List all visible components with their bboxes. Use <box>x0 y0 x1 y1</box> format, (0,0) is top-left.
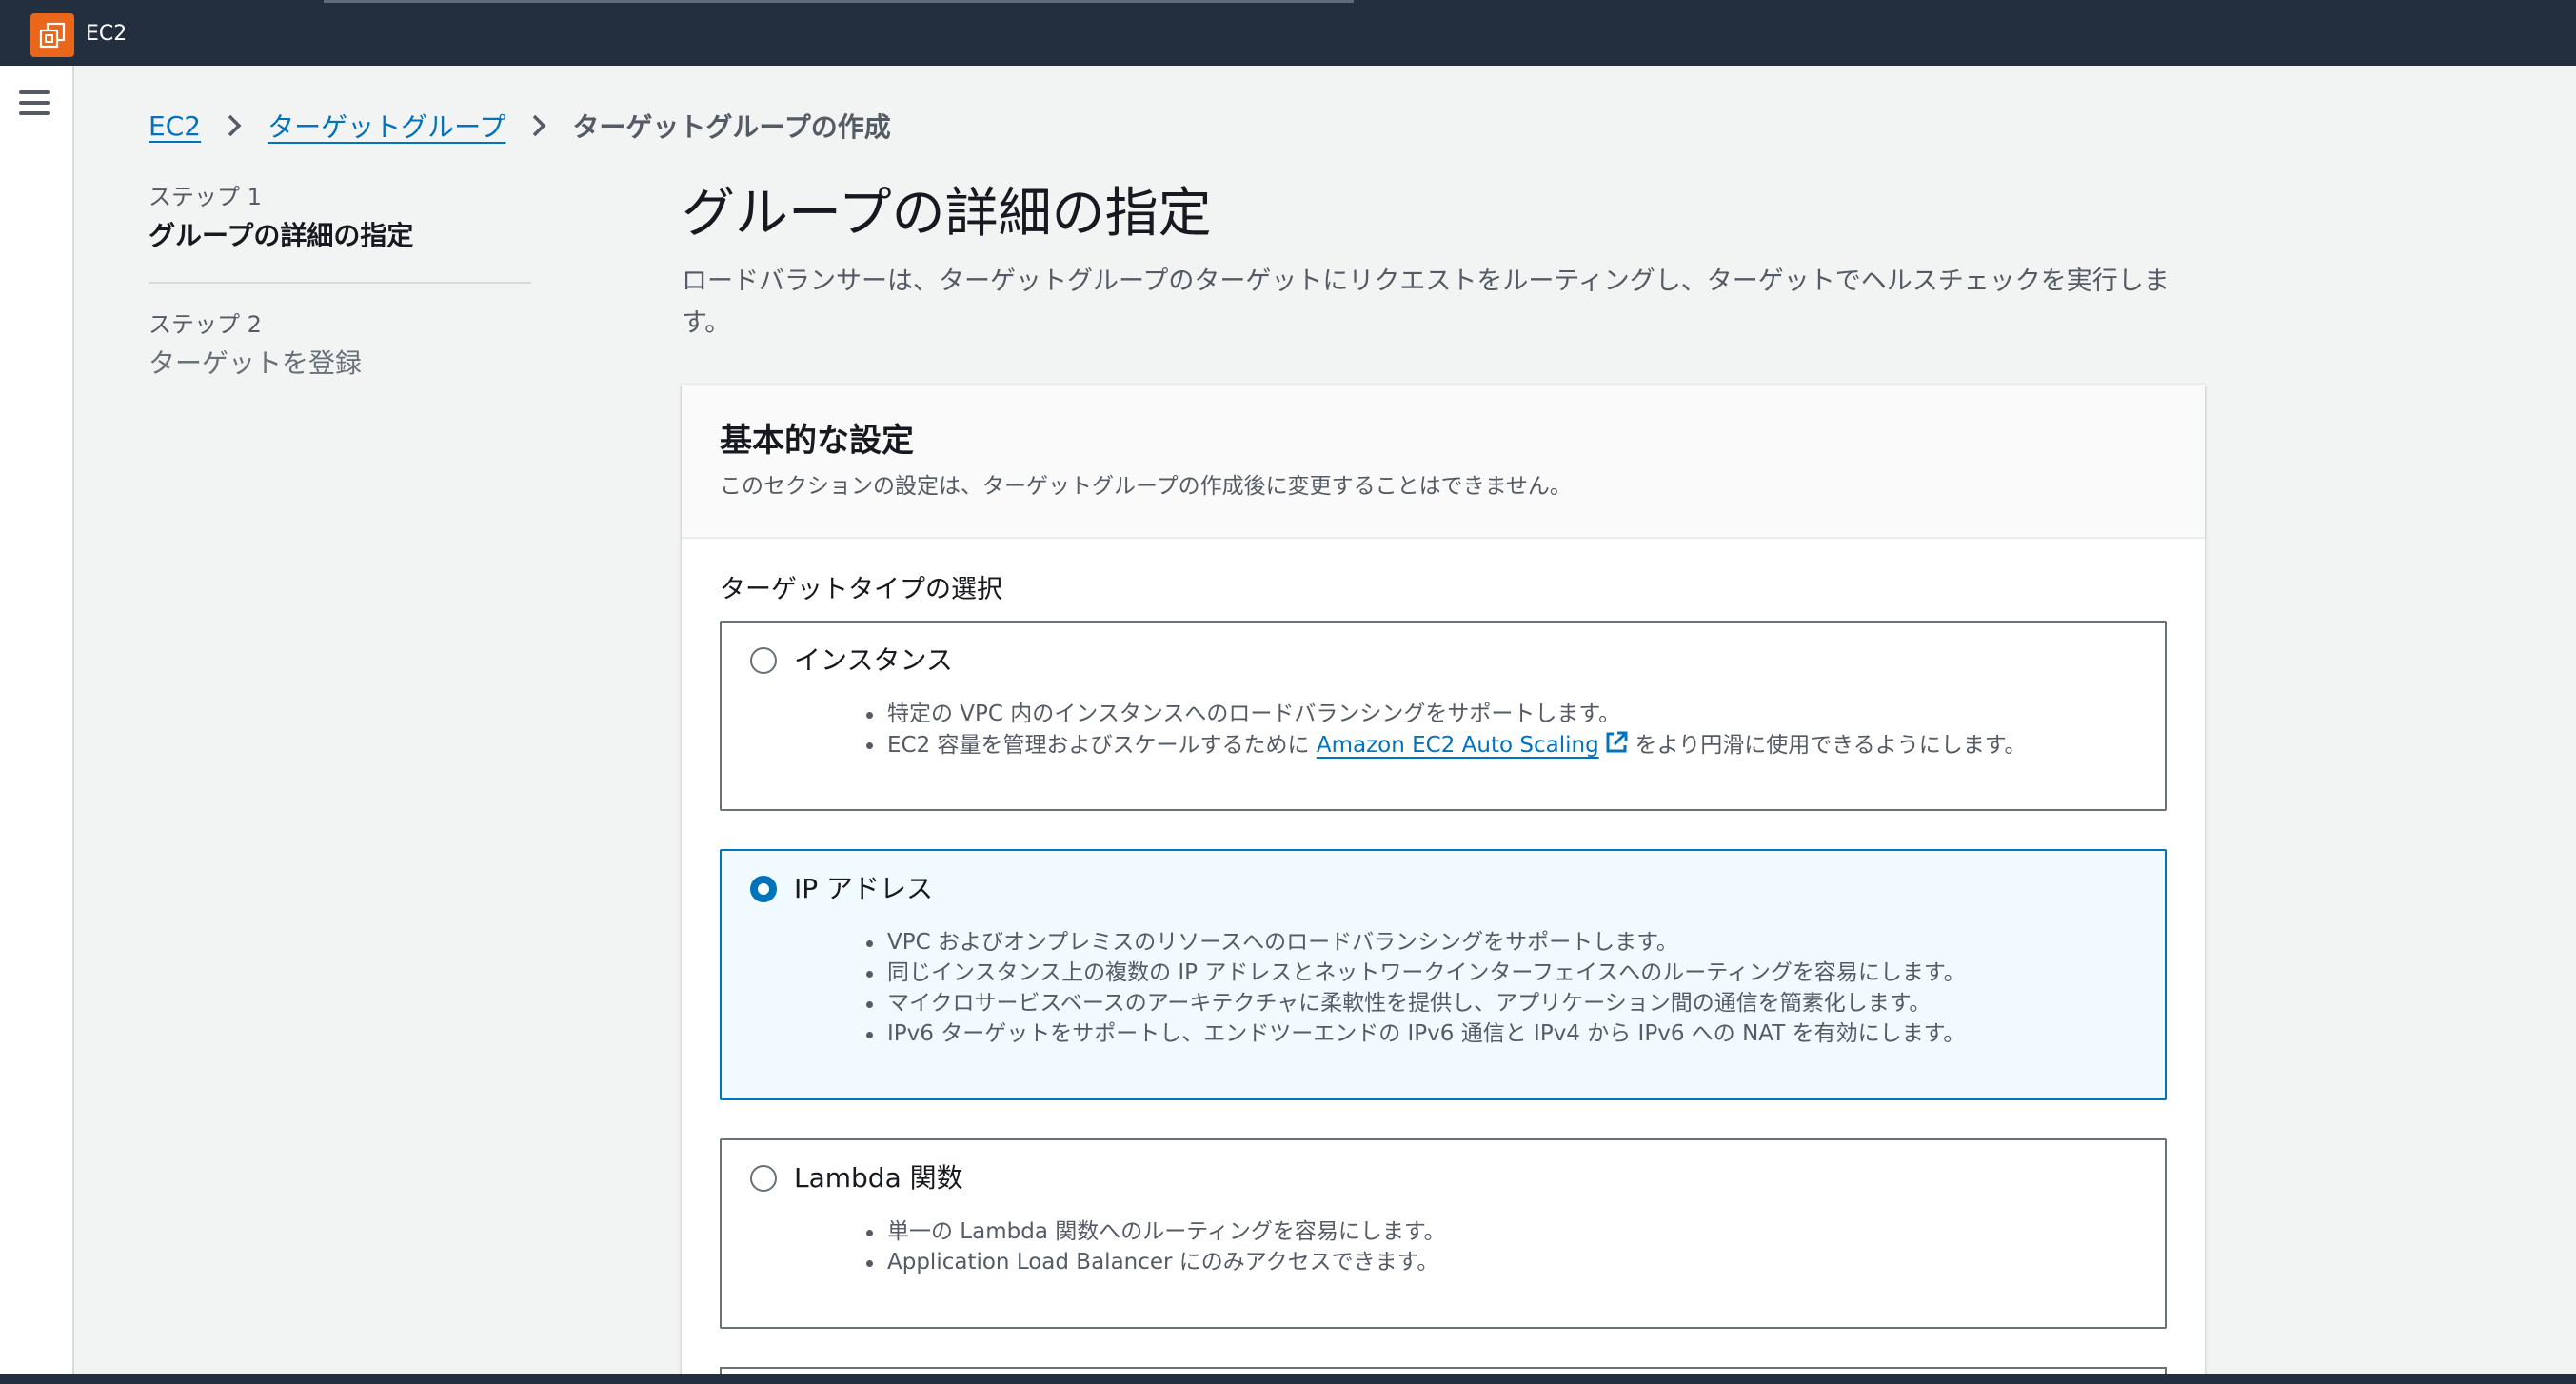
bullet-text-after-link: をより円滑に使用できるようにします。 <box>1635 733 2027 758</box>
panel-title: 基本的な設定 <box>720 422 914 460</box>
step-1-number: ステップ 1 <box>149 184 262 210</box>
wizard-steps: ステップ 1 グループの詳細の指定 ステップ 2 ターゲットを登録 <box>149 183 531 383</box>
option-label-lambda: Lambda 関数 <box>794 1162 963 1194</box>
option-label-ip-addresses: IP アドレス <box>794 873 934 904</box>
list-item: EC2 容量を管理およびスケールするために Amazon EC2 Auto Sc… <box>864 729 2026 764</box>
page-description: ロードバランサーは、ターゲットグループのターゲットにリクエストをルーティングし、… <box>682 267 2170 338</box>
chevron-right-icon <box>530 112 547 139</box>
top-navigation-bar: EC2 <box>0 0 2576 66</box>
step-2-title: ターゲットを登録 <box>149 347 363 379</box>
step-divider <box>149 282 531 284</box>
list-item: 特定の VPC 内のインスタンスへのロードバランシングをサポートします。 <box>864 699 2026 729</box>
ec2-service-icon[interactable] <box>30 13 74 57</box>
app-name[interactable]: EC2 <box>86 23 127 46</box>
target-type-option-instances[interactable]: インスタンス 特定の VPC 内のインスタンスへのロードバランシングをサポートし… <box>720 621 2167 811</box>
breadcrumb-current: ターゲットグループの作成 <box>572 111 891 143</box>
external-link-icon[interactable] <box>1603 729 1630 764</box>
list-item: IPv6 ターゲットをサポートし、エンドツーエンドの IPv6 通信と IPv4… <box>864 1018 1966 1049</box>
side-navigation-rail <box>0 66 74 1374</box>
panel-subtitle: このセクションの設定は、ターゲットグループの作成後に変更することはできません。 <box>720 474 1572 499</box>
target-type-option-ip-addresses[interactable]: IP アドレス VPC およびオンプレミスのリソースへのロードバランシングをサポ… <box>720 849 2167 1100</box>
option-label-instances: インスタンス <box>794 644 953 676</box>
breadcrumb: EC2 ターゲットグループ ターゲットグループの作成 <box>149 105 891 147</box>
breadcrumb-link-target-groups[interactable]: ターゲットグループ <box>268 107 505 145</box>
bullet-text-before-link: EC2 容量を管理およびスケールするために <box>887 733 1310 758</box>
list-item: 同じインスタンス上の複数の IP アドレスとネットワークインターフェイスへのルー… <box>864 958 1966 988</box>
list-item: マイクロサービスベースのアーキテクチャに柔軟性を提供し、アプリケーション間の通信… <box>864 988 1966 1018</box>
radio-button-instances[interactable] <box>750 647 777 674</box>
breadcrumb-link-ec2[interactable]: EC2 <box>149 110 201 142</box>
chevron-right-icon <box>226 112 243 139</box>
auto-scaling-link[interactable]: Amazon EC2 Auto Scaling <box>1317 733 1599 758</box>
search-bar-edge[interactable] <box>324 0 1354 3</box>
list-item: VPC およびオンプレミスのリソースへのロードバランシングをサポートします。 <box>864 927 1966 958</box>
basic-settings-panel: 基本的な設定 このセクションの設定は、ターゲットグループの作成後に変更することは… <box>682 385 2205 1384</box>
bottom-bar <box>0 1374 2576 1384</box>
radio-button-ip-addresses[interactable] <box>750 876 777 902</box>
target-type-label: ターゲットタイプの選択 <box>720 575 1002 604</box>
option-bullets-ip-addresses: VPC およびオンプレミスのリソースへのロードバランシングをサポートします。 同… <box>864 927 1966 1049</box>
option-bullets-lambda: 単一の Lambda 関数へのルーティングを容易にします。 Applicatio… <box>864 1216 1446 1277</box>
target-type-option-lambda[interactable]: Lambda 関数 単一の Lambda 関数へのルーティングを容易にします。 … <box>720 1138 2167 1329</box>
list-item: Application Load Balancer にのみアクセスできます。 <box>864 1247 1446 1277</box>
option-bullets-instances: 特定の VPC 内のインスタンスへのロードバランシングをサポートします。 EC2… <box>864 699 2026 764</box>
step-1-title: グループの詳細の指定 <box>149 220 414 251</box>
radio-button-lambda[interactable] <box>750 1165 777 1192</box>
panel-header: 基本的な設定 このセクションの設定は、ターゲットグループの作成後に変更することは… <box>682 385 2205 539</box>
page-title: グループの詳細の指定 <box>682 183 1212 245</box>
list-item: 単一の Lambda 関数へのルーティングを容易にします。 <box>864 1216 1446 1247</box>
step-2-number: ステップ 2 <box>149 311 262 338</box>
hamburger-menu-icon[interactable] <box>19 90 50 119</box>
